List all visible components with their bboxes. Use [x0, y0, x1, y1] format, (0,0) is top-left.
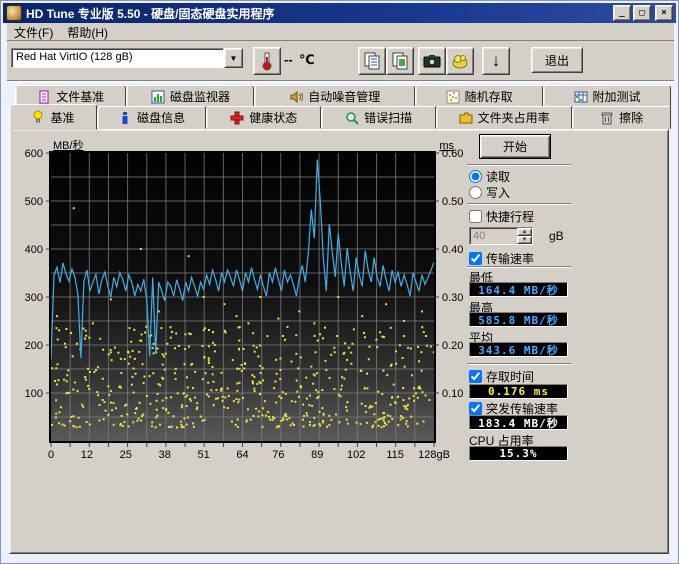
tab-error-scan[interactable]: 错误扫描 [321, 106, 436, 129]
maximize-button[interactable]: □ [633, 5, 651, 21]
temperature-button[interactable] [253, 47, 281, 75]
info-icon [118, 111, 132, 125]
random-access-icon [446, 90, 460, 104]
device-select[interactable]: Red Hat VirtIO (128 gB) ▼ [11, 48, 243, 68]
burst-rate-value: 183.4 MB/秒 [469, 415, 568, 430]
separator [467, 203, 571, 205]
save-results-button[interactable]: ↓ [482, 47, 510, 75]
app-window: HD Tune 专业版 5.50 - 硬盘/固态硬盘实用程序 _ □ × 文件(… [0, 0, 679, 564]
transfer-rate-row: 传输速率 [469, 250, 534, 267]
health-cross-icon [230, 111, 244, 125]
short-stroke-unit: gB [549, 229, 564, 243]
tab-benchmark[interactable]: 基准 [9, 104, 97, 130]
copy-image-icon [390, 51, 410, 71]
toolbar-separator [7, 80, 674, 82]
separator [467, 164, 571, 166]
donate-button[interactable] [446, 47, 474, 75]
screenshot-button[interactable] [418, 47, 446, 75]
tab-erase[interactable]: 擦除 [572, 106, 671, 129]
temperature-unit: ℃ [299, 52, 315, 68]
write-radio-row: 写入 [469, 184, 510, 201]
cpu-usage-value: 15.3% [469, 446, 568, 461]
camera-icon [422, 51, 442, 71]
access-time-label: 存取时间 [486, 368, 534, 385]
spin-down-icon[interactable]: ▼ [517, 236, 532, 244]
spin-up-icon[interactable]: ▲ [517, 228, 532, 236]
separator [467, 363, 571, 365]
tab-row-primary: 基准 磁盘信息 健康状态 错误扫描 文件夹占用率 擦除 [9, 105, 671, 129]
access-time-row: 存取时间 [469, 368, 534, 385]
avg-value: 343.6 MB/秒 [469, 342, 568, 357]
chevron-down-icon[interactable]: ▼ [224, 48, 243, 68]
min-value: 164.4 MB/秒 [469, 282, 568, 297]
file-benchmark-icon [37, 90, 51, 104]
exit-button[interactable]: 退出 [531, 47, 583, 73]
tab-folder-usage[interactable]: 文件夹占用率 [436, 106, 572, 129]
temperature-value: -- [284, 52, 293, 67]
short-stroke-label: 快捷行程 [486, 208, 534, 225]
speaker-icon [289, 90, 303, 104]
access-time-value: 0.176 ms [469, 384, 568, 399]
disk-monitor-icon [151, 90, 165, 104]
start-button[interactable]: 开始 [479, 134, 551, 159]
read-label: 读取 [486, 168, 510, 185]
menu-help[interactable]: 帮助(H) [60, 23, 115, 42]
copy-text-button[interactable] [358, 47, 386, 75]
short-stroke-spinner: ▲ ▼ [469, 227, 533, 245]
short-stroke-row: 快捷行程 [469, 208, 534, 225]
benchmark-panel [9, 129, 669, 554]
bulb-icon [31, 110, 45, 124]
separator [467, 266, 571, 268]
tab-health[interactable]: 健康状态 [206, 106, 321, 129]
folder-icon [459, 111, 473, 125]
short-stroke-checkbox[interactable] [469, 210, 482, 223]
device-select-value: Red Hat VirtIO (128 gB) [11, 48, 224, 68]
access-time-checkbox[interactable] [469, 370, 482, 383]
thermometer-icon [258, 51, 276, 71]
write-label: 写入 [486, 184, 510, 201]
menu-file[interactable]: 文件(F) [7, 23, 60, 42]
extra-tests-icon [574, 90, 588, 104]
read-radio[interactable] [469, 170, 482, 183]
window-title: HD Tune 专业版 5.50 - 硬盘/固态硬盘实用程序 [26, 5, 611, 22]
app-icon [6, 5, 22, 21]
menu-bar: 文件(F) 帮助(H) [7, 23, 674, 41]
write-radio[interactable] [469, 186, 482, 199]
magnifier-icon [345, 111, 359, 125]
transfer-rate-checkbox[interactable] [469, 252, 482, 265]
burst-rate-checkbox[interactable] [469, 402, 482, 415]
minimize-button[interactable]: _ [613, 5, 631, 21]
hand-coin-icon [450, 51, 470, 71]
short-stroke-input[interactable] [470, 228, 517, 244]
arrow-down-icon: ↓ [492, 51, 501, 71]
title-bar[interactable]: HD Tune 专业版 5.50 - 硬盘/固态硬盘实用程序 _ □ × [3, 3, 676, 23]
read-radio-row: 读取 [469, 168, 510, 185]
tab-disk-info[interactable]: 磁盘信息 [97, 106, 206, 129]
close-button[interactable]: × [655, 5, 673, 21]
copy-image-button[interactable] [386, 47, 414, 75]
trash-icon [600, 111, 614, 125]
transfer-rate-label: 传输速率 [486, 250, 534, 267]
max-value: 585.8 MB/秒 [469, 312, 568, 327]
copy-text-icon [362, 51, 382, 71]
